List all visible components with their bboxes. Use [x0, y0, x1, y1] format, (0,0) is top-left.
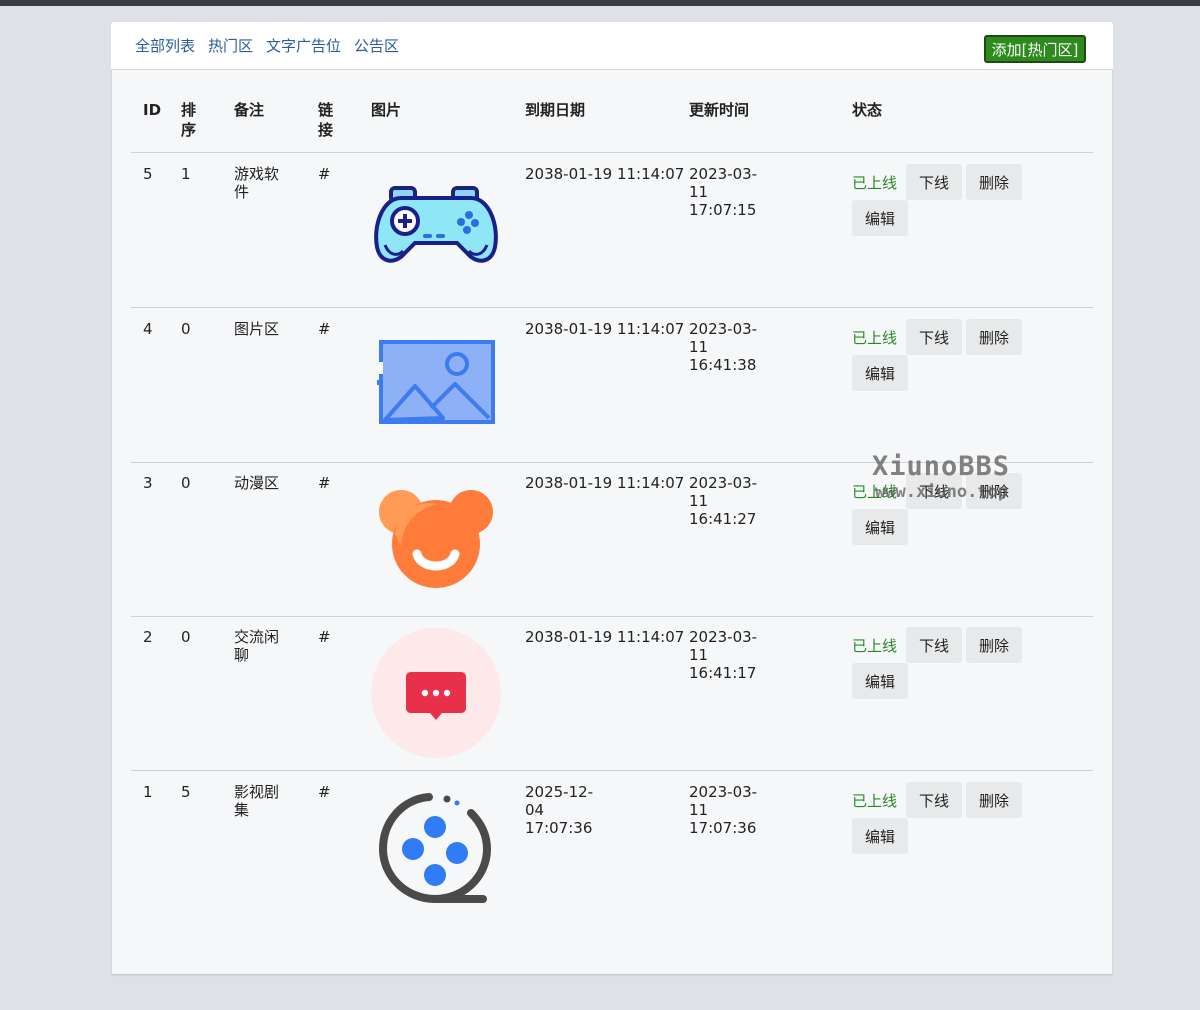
- header-status: 状态: [852, 101, 883, 119]
- edit-button[interactable]: 编辑: [852, 509, 908, 545]
- header-sort: 排序: [181, 101, 197, 139]
- status-badge: 已上线: [852, 483, 898, 501]
- cell-updated: 2023-03-11 16:41:17: [689, 628, 758, 682]
- offline-button[interactable]: 下线: [906, 473, 962, 509]
- cell-updated: 2023-03-11 17:07:36: [689, 783, 758, 837]
- table-row: 4 0 图片区 # 2038-01-19 11:14:07 2023-03-11…: [131, 308, 1093, 463]
- tab-announcement[interactable]: 公告区: [354, 35, 399, 56]
- status-badge: 已上线: [852, 174, 898, 192]
- header-expire: 到期日期: [525, 101, 586, 119]
- cell-id: 2: [143, 628, 153, 646]
- cell-link[interactable]: #: [318, 320, 331, 338]
- cell-id: 3: [143, 474, 153, 492]
- table-row: 2 0 交流闲聊 # 2038-01-19 11:14:07 2023-03-1…: [131, 616, 1093, 771]
- cell-id: 1: [143, 783, 153, 801]
- delete-button[interactable]: 删除: [966, 473, 1022, 509]
- edit-button[interactable]: 编辑: [852, 355, 908, 391]
- cell-note: 动漫区: [234, 474, 280, 492]
- cell-sort: 1: [181, 165, 191, 183]
- tab-text-ad[interactable]: 文字广告位: [266, 35, 341, 56]
- cell-id: 4: [143, 320, 153, 338]
- cell-expire: 2025-12-04 17:07:36: [525, 783, 594, 837]
- cell-link[interactable]: #: [318, 165, 331, 183]
- tab-all-list[interactable]: 全部列表: [135, 35, 195, 56]
- bear-icon: [371, 474, 501, 604]
- gamepad-icon: [371, 165, 501, 295]
- cell-sort: 0: [181, 474, 191, 492]
- edit-button[interactable]: 编辑: [852, 200, 908, 236]
- cell-sort: 0: [181, 320, 191, 338]
- picture-icon: [371, 320, 501, 450]
- cell-updated: 2023-03-11 16:41:38: [689, 320, 758, 374]
- tab-list: 全部列表 热门区 文字广告位 公告区: [135, 35, 399, 56]
- top-bar: [0, 0, 1200, 6]
- header-id: ID: [143, 101, 162, 119]
- add-hot-zone-button[interactable]: 添加[热门区]: [984, 35, 1086, 63]
- chat-bubble-icon: [371, 628, 501, 758]
- header-link: 链接: [318, 101, 334, 139]
- delete-button[interactable]: 删除: [966, 319, 1022, 355]
- edit-button[interactable]: 编辑: [852, 663, 908, 699]
- table-row: 3 0 动漫区 # 2038-01-19 11:14:07 2023-03-11…: [131, 462, 1093, 617]
- tab-hot-zone[interactable]: 热门区: [208, 35, 253, 56]
- delete-button[interactable]: 删除: [966, 627, 1022, 663]
- header-updated: 更新时间: [689, 101, 750, 119]
- offline-button[interactable]: 下线: [906, 164, 962, 200]
- cell-expire: 2038-01-19 11:14:07: [525, 628, 685, 646]
- cell-id: 5: [143, 165, 153, 183]
- offline-button[interactable]: 下线: [906, 627, 962, 663]
- cell-sort: 0: [181, 628, 191, 646]
- table-card: ID 排序 备注 链接 图片 到期日期 更新时间 状态 5 1 游戏软件 # 2…: [112, 70, 1112, 974]
- header-note: 备注: [234, 101, 265, 119]
- offline-button[interactable]: 下线: [906, 319, 962, 355]
- cell-link[interactable]: #: [318, 783, 331, 801]
- delete-button[interactable]: 删除: [966, 782, 1022, 818]
- cell-link[interactable]: #: [318, 628, 331, 646]
- header-image: 图片: [371, 101, 402, 119]
- cell-expire: 2038-01-19 11:14:07: [525, 474, 685, 492]
- status-badge: 已上线: [852, 637, 898, 655]
- status-badge: 已上线: [852, 329, 898, 347]
- cell-expire: 2038-01-19 11:14:07: [525, 165, 685, 183]
- cell-note: 图片区: [234, 320, 280, 338]
- table-row: 5 1 游戏软件 # 2038-01-19 11:14:07 2023-03-1…: [131, 153, 1093, 308]
- nav-card: 全部列表 热门区 文字广告位 公告区 添加[热门区]: [111, 22, 1113, 70]
- cell-link[interactable]: #: [318, 474, 331, 492]
- delete-button[interactable]: 删除: [966, 164, 1022, 200]
- cell-updated: 2023-03-11 16:41:27: [689, 474, 758, 528]
- cell-expire: 2038-01-19 11:14:07: [525, 320, 685, 338]
- cell-sort: 5: [181, 783, 191, 801]
- cell-note: 交流闲聊: [234, 628, 280, 664]
- cell-note: 影视剧集: [234, 783, 280, 819]
- table-row: 1 5 影视剧集 # 2025-12-04 17:07:36 2023-03-1…: [131, 771, 1093, 926]
- cell-updated: 2023-03-11 17:07:15: [689, 165, 758, 219]
- cell-note: 游戏软件: [234, 165, 280, 201]
- edit-button[interactable]: 编辑: [852, 818, 908, 854]
- film-reel-icon: [371, 783, 501, 913]
- offline-button[interactable]: 下线: [906, 782, 962, 818]
- table-header: ID 排序 备注 链接 图片 到期日期 更新时间 状态: [131, 70, 1093, 153]
- status-badge: 已上线: [852, 792, 898, 810]
